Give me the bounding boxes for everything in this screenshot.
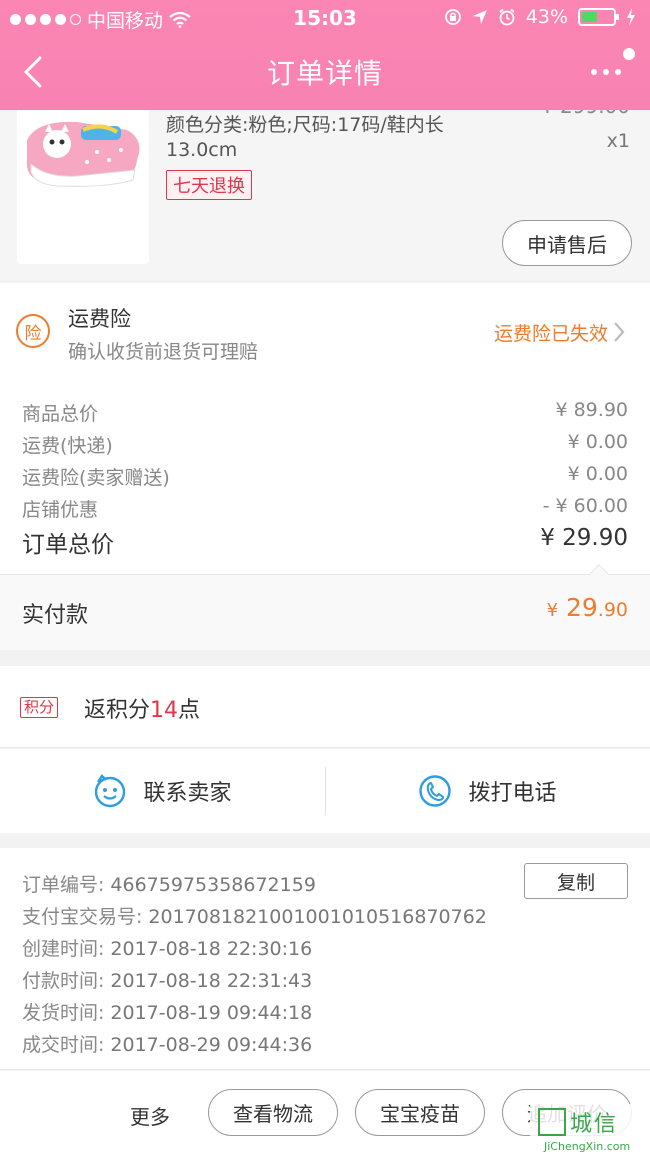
points-suffix: 点: [178, 698, 201, 723]
info-label: 付款时间:: [22, 970, 105, 992]
page-title: 订单详情: [266, 57, 383, 90]
price-row-value: ¥ 0.00: [567, 431, 628, 453]
completed-time-row: 成交时间: 2017-08-29 09:44:36: [22, 1030, 312, 1057]
watermark-logo-icon: [538, 1108, 566, 1136]
seven-day-return-tag: 七天退换: [166, 170, 252, 200]
order-number-row: 订单编号: 46675975358672159: [22, 870, 316, 897]
alipay-trade-row: 支付宝交易号: 2017081821001001010516870762: [22, 902, 487, 929]
price-row-discount: 店铺优惠 - ¥ 60.00: [22, 495, 628, 522]
baby-vaccine-button[interactable]: 宝宝疫苗: [355, 1089, 485, 1136]
info-label: 支付宝交易号:: [22, 906, 143, 928]
order-detail-screen: ¥ 299.00 颜色分类:粉色;尺码:17码/鞋内长 13.0cm x1 七天…: [0, 0, 650, 1156]
phone-icon: [419, 775, 452, 807]
actual-payment-label: 实付款: [22, 603, 89, 628]
info-label: 成交时间:: [22, 1034, 105, 1056]
battery-icon: [578, 8, 619, 26]
info-value: 2017-08-29 09:44:36: [110, 1034, 313, 1056]
price-row-goods: 商品总价 ¥ 89.90: [22, 399, 628, 426]
product-card: ¥ 299.00 颜色分类:粉色;尺码:17码/鞋内长 13.0cm x1 七天…: [0, 80, 650, 280]
alarm-icon: [499, 8, 515, 26]
price-row-label: 运费险(卖家赠送): [22, 467, 170, 489]
amount-cents: .90: [597, 599, 628, 621]
price-row-label: 店铺优惠: [22, 499, 99, 521]
info-value: 2017-08-18 22:30:16: [110, 938, 313, 960]
contact-seller-button[interactable]: 联系卖家: [0, 749, 325, 833]
order-total-row: 订单总价 ¥ 29.90: [22, 525, 628, 559]
baby-shoe-image: [17, 100, 149, 264]
insurance-icon: 险: [16, 314, 50, 348]
order-info-panel: 复制 订单编号: 46675975358672159 支付宝交易号: 2017081…: [0, 848, 650, 1070]
product-spec-line1: 颜色分类:粉色;尺码:17码/鞋内长: [166, 114, 444, 136]
order-total-value: ¥ 29.90: [540, 525, 628, 551]
after-sale-button[interactable]: 申请售后: [502, 220, 632, 266]
more-actions-link[interactable]: 更多: [130, 1101, 170, 1130]
points-prefix: 返积分: [84, 698, 151, 723]
paid-time-row: 付款时间: 2017-08-18 22:31:43: [22, 966, 312, 993]
price-row-insurance: 运费险(卖家赠送) ¥ 0.00: [22, 463, 628, 490]
product-spec: 颜色分类:粉色;尺码:17码/鞋内长 13.0cm: [166, 113, 486, 163]
copy-order-number-button[interactable]: 复制: [524, 863, 628, 899]
price-row-value: ¥ 89.90: [555, 399, 628, 421]
status-bar: 中国移动 15:03 43%: [0, 0, 650, 36]
status-right: 43%: [444, 6, 636, 28]
site-watermark: 城信 JiChengXin.com: [530, 1104, 650, 1156]
price-row-value: ¥ 0.00: [567, 463, 628, 485]
watermark-url: JiChengXin.com: [544, 1140, 631, 1153]
product-thumbnail[interactable]: [17, 100, 149, 264]
charging-icon: [627, 8, 635, 26]
more-menu-icon[interactable]: [586, 46, 636, 86]
price-row-label: 运费(快递): [22, 435, 113, 457]
battery-percent: 43%: [525, 6, 568, 28]
price-row-label: 商品总价: [22, 403, 99, 425]
view-logistics-button[interactable]: 查看物流: [208, 1089, 338, 1136]
chevron-right-icon[interactable]: [612, 321, 626, 343]
order-total-label: 订单总价: [22, 532, 114, 558]
product-spec-line2: 13.0cm: [166, 139, 238, 161]
actual-payment-row: 实付款 ¥ 29.90: [0, 575, 650, 650]
info-value: 2017081821001001010516870762: [148, 906, 487, 928]
price-panel: 险 运费险 确认收货前退货可理赔 运费险已失效 商品总价 ¥ 89.90 运费(…: [0, 283, 650, 650]
amount-integer: 29: [565, 593, 598, 622]
shipped-time-row: 发货时间: 2017-08-19 09:44:18: [22, 998, 312, 1025]
insurance-subtitle: 确认收货前退货可理赔: [68, 341, 259, 363]
price-row-value: - ¥ 60.00: [542, 495, 628, 517]
info-value: 46675975358672159: [110, 874, 316, 896]
insurance-status-link[interactable]: 运费险已失效: [494, 319, 608, 346]
watermark-text: 城信: [570, 1112, 619, 1137]
call-phone-label: 拨打电话: [468, 781, 557, 806]
contact-bar: 联系卖家 拨打电话: [0, 749, 650, 833]
currency-symbol: ¥: [546, 600, 559, 621]
insurance-title: 运费险: [68, 307, 131, 331]
product-quantity: x1: [606, 130, 630, 152]
contact-seller-label: 联系卖家: [143, 781, 232, 806]
info-label: 创建时间:: [22, 938, 105, 960]
created-time-row: 创建时间: 2017-08-18 22:30:16: [22, 934, 312, 961]
points-row: 积分 返积分14点: [0, 666, 650, 748]
points-badge: 积分: [20, 697, 59, 718]
call-phone-button[interactable]: 拨打电话: [325, 749, 650, 833]
price-row-shipping: 运费(快递) ¥ 0.00: [22, 431, 628, 458]
location-icon: [472, 10, 487, 24]
app-header: 中国移动 15:03 43% 订单详情: [0, 0, 650, 110]
chat-bubble-icon: [95, 774, 126, 808]
points-count: 14: [150, 698, 179, 723]
actual-payment-amount: ¥ 29.90: [547, 593, 628, 622]
points-text: 返积分14点: [84, 692, 200, 724]
info-label: 订单编号:: [22, 874, 105, 896]
info-value: 2017-08-18 22:31:43: [110, 970, 313, 992]
info-label: 发货时间:: [22, 1002, 105, 1024]
info-value: 2017-08-19 09:44:18: [110, 1002, 313, 1024]
rotation-lock-icon: [444, 9, 461, 25]
